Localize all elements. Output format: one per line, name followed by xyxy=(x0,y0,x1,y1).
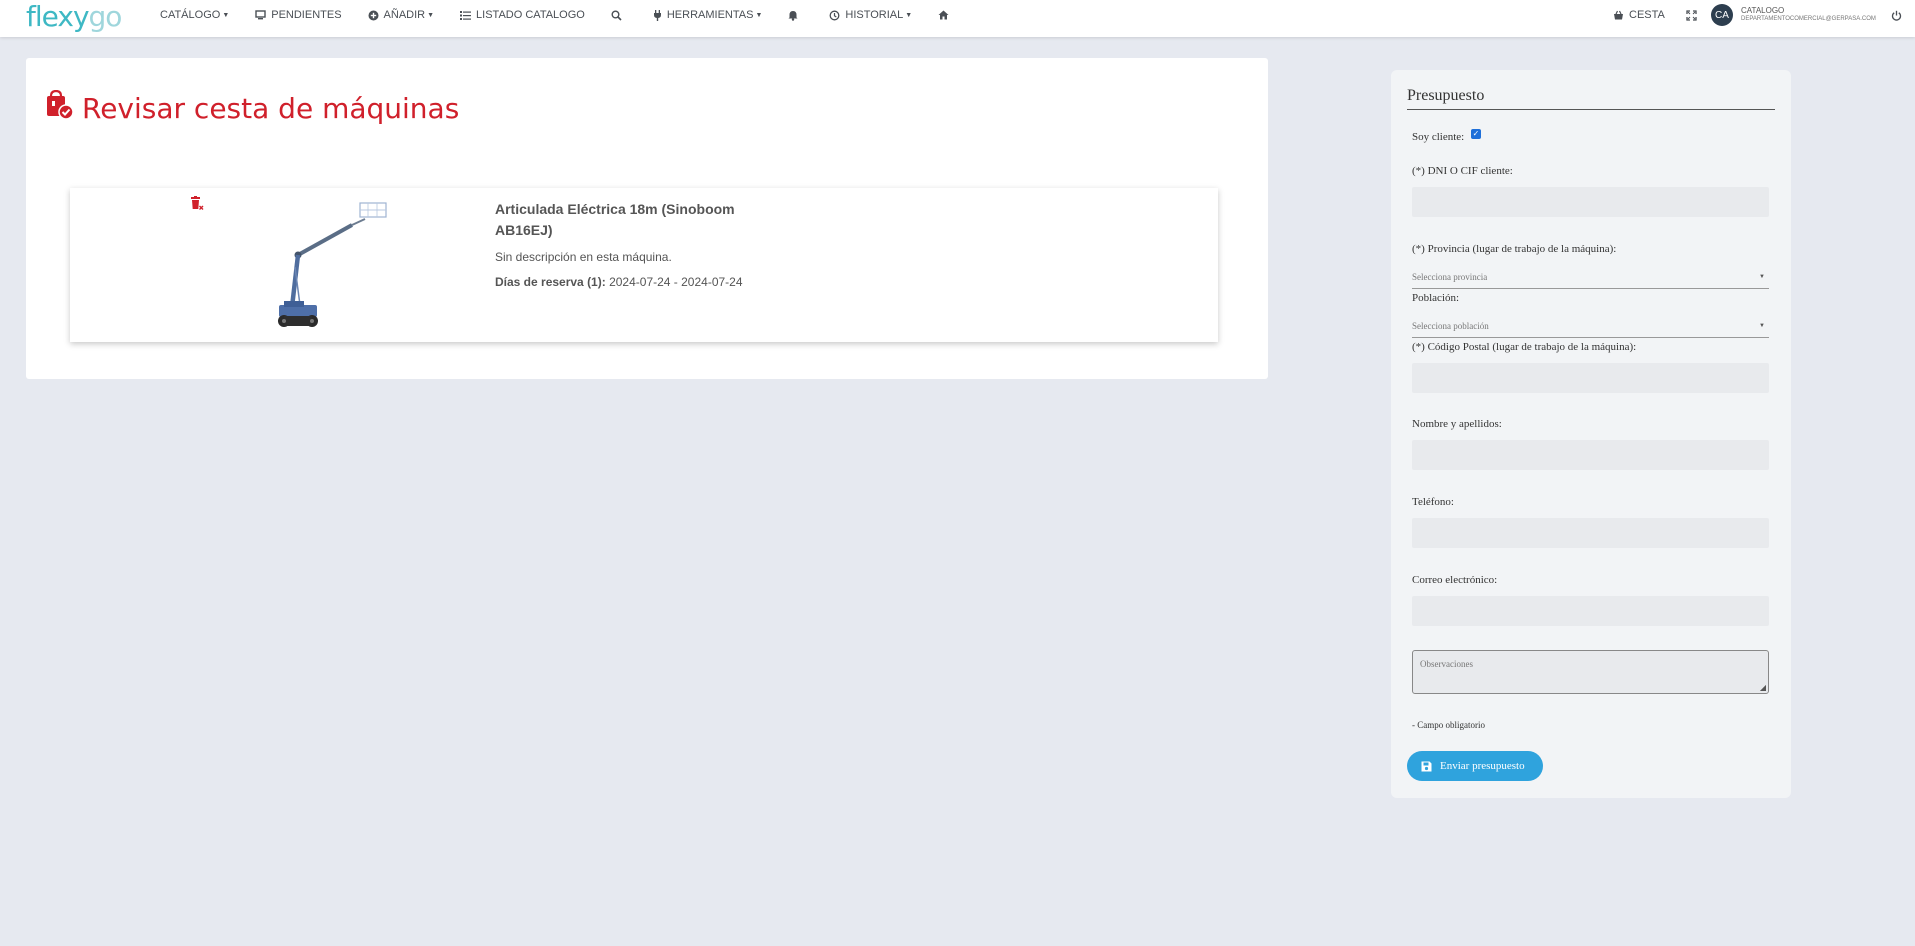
machine-image xyxy=(278,202,387,327)
user-name: CATALOGO xyxy=(1741,6,1785,15)
poblacion-label: Población: xyxy=(1412,292,1460,304)
caret-down-icon: ▼ xyxy=(905,11,913,19)
nombre-input[interactable] xyxy=(1412,440,1769,470)
item-name: Articulada Eléctrica 18m (Sinoboom AB16E… xyxy=(495,201,735,238)
telefono-label: Teléfono: xyxy=(1412,496,1454,508)
basket-icon xyxy=(1614,10,1623,20)
avatar: CA xyxy=(1711,4,1733,26)
nav-herramientas[interactable]: HERRAMIENTAS ▼ xyxy=(653,9,763,21)
nav-notifications[interactable] xyxy=(788,10,803,21)
bell-icon xyxy=(788,10,798,21)
expand-icon xyxy=(1686,9,1697,21)
send-quote-button[interactable]: Enviar presupuesto xyxy=(1407,751,1543,781)
page-title: Revisar cesta de máquinas xyxy=(82,92,460,125)
required-field-note: - Campo obligatorio xyxy=(1412,720,1485,730)
user-email: DEPARTAMENTOCOMERCIAL@GERPASA.COM xyxy=(1741,16,1876,22)
nav-pendientes[interactable]: PENDIENTES xyxy=(255,9,342,21)
nombre-label: Nombre y apellidos: xyxy=(1412,418,1502,430)
nav-search[interactable] xyxy=(611,10,627,21)
history-icon xyxy=(829,10,840,20)
correo-label: Correo electrónico: xyxy=(1412,574,1498,586)
provincia-select[interactable]: Selecciona provincia ▼ xyxy=(1412,266,1769,289)
caret-down-icon: ▼ xyxy=(222,11,230,19)
user-menu[interactable]: CA CATALOGO DEPARTAMENTOCOMERCIAL@GERPAS… xyxy=(1711,0,1876,30)
correo-input[interactable] xyxy=(1412,596,1769,626)
provincia-label: (*) Provincia (lugar de trabajo de la má… xyxy=(1412,243,1617,255)
caret-down-icon: ▼ xyxy=(755,11,763,19)
flexygo-logo[interactable]: flexygo xyxy=(26,2,122,32)
caret-down-icon: ▼ xyxy=(1759,274,1765,280)
soy-cliente-checkbox[interactable]: ✓ xyxy=(1471,129,1481,139)
telefono-input[interactable] xyxy=(1412,518,1769,548)
nav-anadir[interactable]: AÑADIR ▼ xyxy=(368,9,435,21)
nav-historial[interactable]: HISTORIAL ▼ xyxy=(829,9,912,21)
cart-link[interactable]: CESTA xyxy=(1613,0,1665,30)
poblacion-select[interactable]: Selecciona población ▼ xyxy=(1412,315,1769,338)
nav-catalogo[interactable]: CATÁLOGO ▼ xyxy=(160,9,229,21)
caret-down-icon: ▼ xyxy=(1759,323,1765,329)
plus-circle-icon xyxy=(368,10,379,20)
item-description: Sin descripción en esta máquina. xyxy=(495,250,672,264)
basket-check-icon xyxy=(47,90,74,120)
dni-label: (*) DNI O CIF cliente: xyxy=(1412,165,1513,177)
search-icon xyxy=(611,10,622,21)
nav-listado-catalogo[interactable]: LISTADO CATALOGO xyxy=(460,9,585,21)
list-icon xyxy=(460,11,472,20)
codigo-postal-label: (*) Código Postal (lugar de trabajo de l… xyxy=(1412,341,1637,353)
save-icon xyxy=(1421,761,1432,771)
nav-home[interactable] xyxy=(938,10,954,20)
main-nav: CATÁLOGO ▼ PENDIENTES AÑADIR ▼ LISTADO CAT… xyxy=(160,0,980,30)
power-icon xyxy=(1891,10,1902,21)
caret-down-icon: ▼ xyxy=(427,11,435,19)
item-reservation-days: Días de reserva (1): 2024-07-24 - 2024-0… xyxy=(495,275,743,289)
resize-handle-icon[interactable]: ◢ xyxy=(1760,683,1766,692)
observaciones-textarea[interactable]: Observaciones ◢ xyxy=(1412,650,1769,694)
logout-button[interactable] xyxy=(1891,0,1902,30)
codigo-postal-input[interactable] xyxy=(1412,363,1769,393)
quote-panel-title: Presupuesto xyxy=(1407,87,1775,110)
top-bar: flexygo CATÁLOGO ▼ PENDIENTES AÑADIR ▼ LIS… xyxy=(0,0,1915,37)
remove-item-icon[interactable] xyxy=(190,196,204,212)
dni-input[interactable] xyxy=(1412,187,1769,217)
home-icon xyxy=(938,10,949,20)
soy-cliente-label: Soy cliente: xyxy=(1412,131,1465,143)
monitor-icon xyxy=(255,10,266,20)
plug-icon xyxy=(653,9,661,21)
fullscreen-button[interactable] xyxy=(1686,0,1697,30)
